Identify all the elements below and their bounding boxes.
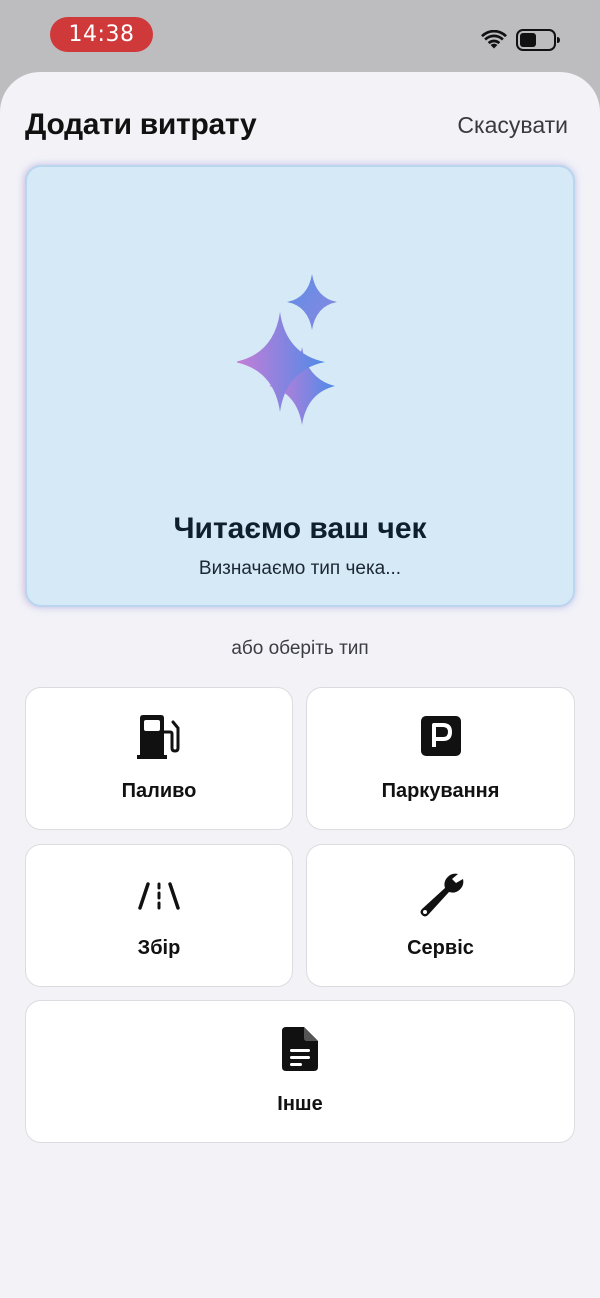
battery-icon (516, 29, 560, 51)
wrench-icon (420, 873, 463, 917)
choose-type-label: або оберіть тип (231, 638, 369, 659)
scan-subtitle: Визначаємо тип чека... (198, 558, 402, 579)
type-label: Інше (277, 1093, 323, 1115)
add-expense-sheet: Додати витрату Скасувати Читаємо ваш чек… (0, 72, 600, 1298)
road-toll-icon (138, 882, 180, 910)
document-icon (282, 1027, 318, 1071)
wifi-icon (481, 30, 507, 49)
page-title: Додати витрату (25, 108, 257, 141)
status-time: 14:38 (50, 17, 153, 52)
type-label: Паркування (381, 780, 500, 802)
type-label: Збір (137, 937, 181, 959)
type-label: Сервіс (407, 937, 474, 959)
type-fuel-button[interactable]: Паливо (25, 687, 293, 830)
type-other-button[interactable]: Інше (25, 1000, 575, 1143)
status-bar: 14:38 (0, 0, 600, 72)
type-toll-button[interactable]: Збір (25, 844, 293, 987)
cancel-button[interactable]: Скасувати (457, 112, 568, 139)
parking-icon (420, 716, 461, 756)
sparkles-icon (237, 274, 337, 425)
fuel-pump-icon (137, 715, 180, 759)
type-label: Паливо (121, 780, 197, 802)
receipt-scan-card: Читаємо ваш чек Визначаємо тип чека... (25, 165, 575, 607)
scan-title: Читаємо ваш чек (173, 512, 427, 545)
type-service-button[interactable]: Сервіс (306, 844, 575, 987)
type-parking-button[interactable]: Паркування (306, 687, 575, 830)
